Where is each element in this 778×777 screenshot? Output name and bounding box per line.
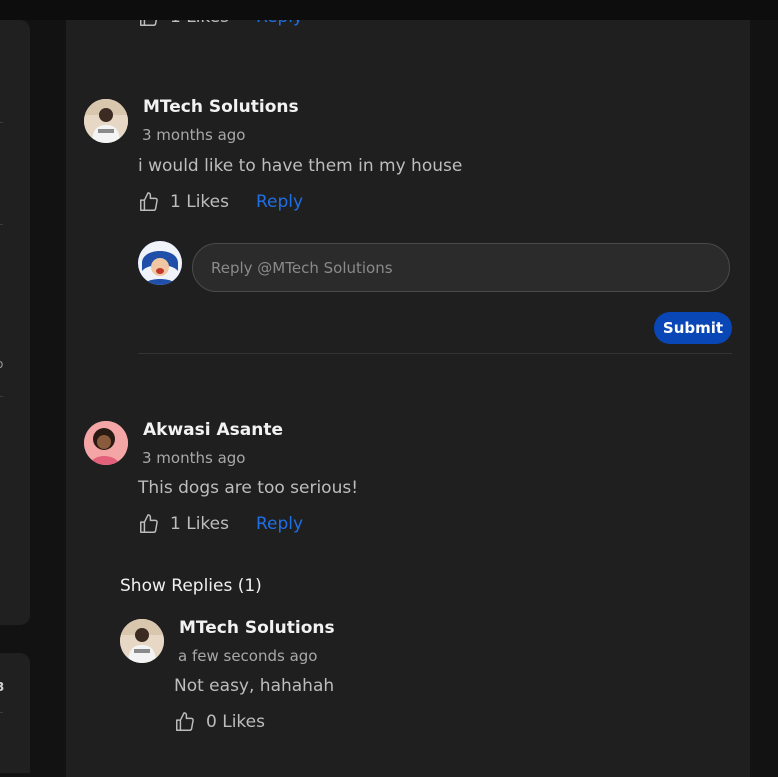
left-divider — [0, 122, 3, 123]
reply-actions: 0 Likes — [174, 710, 265, 734]
left-divider — [0, 396, 3, 397]
reply-author[interactable]: MTech Solutions — [179, 618, 335, 638]
comment-author[interactable]: MTech Solutions — [143, 97, 299, 117]
avatar-image — [84, 421, 128, 465]
left-text-fragment: 3 — [0, 680, 5, 694]
thumbs-up-icon[interactable] — [138, 191, 160, 213]
left-divider — [0, 224, 3, 225]
avatar-image — [84, 99, 128, 143]
avatar-image — [138, 241, 182, 285]
reply-input[interactable] — [192, 243, 730, 292]
left-text-fragment: o — [0, 357, 3, 371]
left-sidebar-card — [0, 20, 30, 625]
reply-time: a few seconds ago — [178, 647, 318, 665]
reply-text: Not easy, hahahah — [174, 676, 335, 696]
thumbs-up-icon[interactable] — [138, 513, 160, 535]
comment-time: 3 months ago — [142, 126, 246, 144]
avatar[interactable] — [84, 421, 128, 465]
comment-actions: 1 Likes Reply — [138, 512, 303, 536]
avatar[interactable] — [120, 619, 164, 663]
left-sidebar-card-2 — [0, 653, 30, 773]
likes-count: 1 Likes — [170, 192, 229, 212]
reply-link[interactable]: Reply — [256, 192, 303, 212]
left-divider — [0, 712, 3, 713]
comment-text: This dogs are too serious! — [138, 478, 359, 498]
reply-link[interactable]: Reply — [256, 514, 303, 534]
avatar-image — [120, 619, 164, 663]
submit-button[interactable]: Submit — [654, 312, 732, 344]
top-clip — [66, 0, 750, 20]
likes-count: 0 Likes — [206, 712, 265, 732]
comment-author[interactable]: Akwasi Asante — [143, 420, 283, 440]
comment-actions: 1 Likes Reply — [138, 190, 303, 214]
current-user-avatar — [138, 241, 182, 285]
divider — [138, 353, 732, 354]
comment-time: 3 months ago — [142, 449, 246, 467]
avatar[interactable] — [84, 99, 128, 143]
thumbs-up-icon[interactable] — [174, 711, 196, 733]
likes-count: 1 Likes — [170, 514, 229, 534]
show-replies-toggle[interactable]: Show Replies (1) — [120, 576, 262, 596]
comment-text: i would like to have them in my house — [138, 156, 463, 176]
